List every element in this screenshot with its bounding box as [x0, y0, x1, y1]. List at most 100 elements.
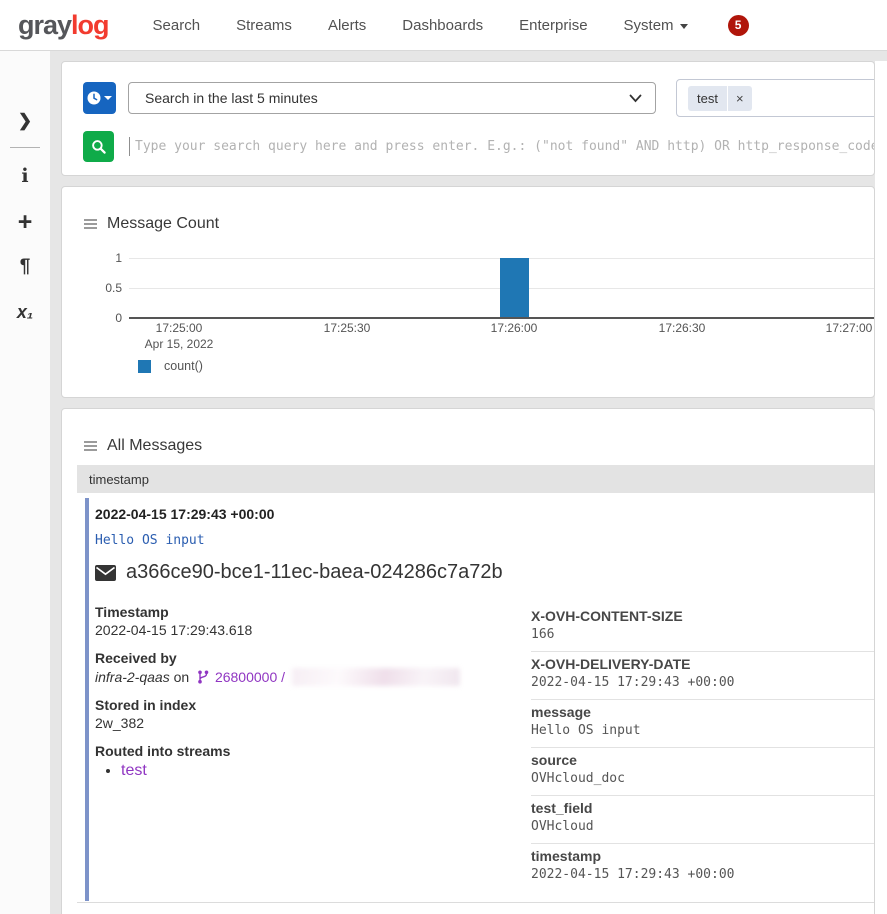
- received-by-label: Received by: [95, 650, 515, 666]
- field-name[interactable]: test_field: [531, 800, 875, 817]
- legend-label: count(): [164, 359, 203, 373]
- all-messages-widget: All Messages timestamp 2022-04-15 17:29:…: [61, 408, 875, 914]
- widget-title: All Messages: [107, 437, 202, 455]
- sidebar-expand-button[interactable]: ❯: [0, 108, 50, 134]
- routed-into-streams-label: Routed into streams: [95, 743, 515, 759]
- sidebar-description-button[interactable]: i: [0, 163, 50, 189]
- stream-list: test: [121, 763, 515, 779]
- nav-item-system-menu[interactable]: System: [606, 9, 706, 42]
- x-tick: 17:26:30: [642, 321, 722, 335]
- code-branch-icon: [197, 670, 209, 684]
- message-fields-column: X-OVH-CONTENT-SIZE 166 X-OVH-DELIVERY-DA…: [531, 604, 875, 891]
- notification-count-badge[interactable]: 5: [728, 15, 749, 36]
- count-bar[interactable]: [500, 258, 529, 317]
- sidebar-highlighting-button[interactable]: ¶: [0, 254, 50, 280]
- search-submit-button[interactable]: [83, 131, 114, 162]
- y-tick-05: 0.5: [62, 281, 122, 295]
- field-row: message Hello OS input: [531, 700, 875, 748]
- logo-text-gray: gray: [18, 10, 71, 40]
- field-name[interactable]: message: [531, 704, 875, 721]
- message-timestamp: 2022-04-15 17:29:43 +00:00: [95, 506, 875, 522]
- field-value: 2022-04-15 17:29:43 +00:00: [531, 675, 875, 691]
- logo-text-log: log: [71, 10, 109, 40]
- search-query-input[interactable]: [135, 139, 874, 154]
- y-tick-1: 1: [62, 251, 122, 265]
- drag-handle-icon[interactable]: [84, 441, 97, 451]
- clock-icon: [87, 91, 101, 105]
- chevron-down-icon: [629, 94, 642, 103]
- x-tick: 17:26:00: [474, 321, 554, 335]
- field-name[interactable]: timestamp: [531, 848, 875, 865]
- remove-stream-button[interactable]: ×: [727, 86, 752, 111]
- sidebar-fields-button[interactable]: x₁: [0, 299, 50, 325]
- timerange-select-value: Search in the last 5 minutes: [145, 90, 318, 106]
- stored-in-index-value: 2w_382: [95, 715, 515, 732]
- top-navbar: graylog Search Streams Alerts Dashboards…: [0, 0, 887, 51]
- legend-item-count[interactable]: count(): [138, 359, 203, 373]
- received-by-value: infra-2-qaas on 26800000 /: [95, 668, 515, 686]
- field-name[interactable]: X-OVH-CONTENT-SIZE: [531, 608, 875, 625]
- search-sidebar: ❯ i + ¶ x₁: [0, 51, 50, 914]
- field-row: source OVHcloud_doc: [531, 748, 875, 796]
- search-icon: [91, 139, 107, 155]
- field-row: timestamp 2022-04-15 17:29:43 +00:00: [531, 844, 875, 891]
- nav-item-streams[interactable]: Streams: [218, 9, 310, 42]
- stored-in-index-label: Stored in index: [95, 697, 515, 713]
- field-name[interactable]: source: [531, 752, 875, 769]
- stream-filter-tag: test ×: [688, 86, 752, 111]
- field-value: Hello OS input: [531, 723, 875, 739]
- message-metadata-column: Timestamp 2022-04-15 17:29:43.618 Receiv…: [95, 604, 515, 779]
- list-item: test: [121, 763, 515, 779]
- row-divider: [77, 902, 875, 903]
- info-icon: i: [21, 165, 28, 187]
- message-id: a366ce90-bce1-11ec-baea-024286c7a72b: [126, 561, 503, 584]
- nav-item-enterprise[interactable]: Enterprise: [501, 9, 605, 42]
- graylog-logo[interactable]: graylog: [18, 10, 109, 41]
- pilcrow-icon: ¶: [20, 256, 31, 278]
- node-name: infra-2-qaas: [95, 669, 170, 685]
- nav-item-search[interactable]: Search: [135, 9, 219, 42]
- widget-title: Message Count: [107, 215, 219, 233]
- nav-item-alerts[interactable]: Alerts: [310, 9, 384, 42]
- field-row: X-OVH-CONTENT-SIZE 166: [531, 604, 875, 652]
- message-row[interactable]: 2022-04-15 17:29:43 +00:00 Hello OS inpu…: [85, 498, 875, 901]
- timestamp-label: Timestamp: [95, 604, 515, 620]
- scrollbar-gutter: [875, 61, 887, 914]
- stream-link-test[interactable]: test: [121, 762, 147, 779]
- input-link[interactable]: 26800000 /: [215, 669, 285, 685]
- field-row: X-OVH-DELIVERY-DATE 2022-04-15 17:29:43 …: [531, 652, 875, 700]
- x-axis: [129, 317, 874, 319]
- message-count-widget: Message Count 1 0.5 0 17:25:00 17:25:30 …: [61, 186, 875, 398]
- timestamp-column-header[interactable]: timestamp: [77, 465, 875, 493]
- search-controls-panel: Search in the last 5 minutes test ×: [61, 61, 875, 176]
- field-value: OVHcloud: [531, 819, 875, 835]
- stream-filter-box[interactable]: test ×: [676, 79, 875, 117]
- redacted-input-name: [292, 668, 460, 686]
- envelope-icon: [95, 565, 116, 581]
- x-tick: 17:25:00: [139, 321, 219, 335]
- chevron-right-icon: ❯: [18, 111, 32, 131]
- field-value: 166: [531, 627, 875, 643]
- x-tick: 17:27:00: [809, 321, 875, 335]
- stream-tag-label: test: [688, 86, 727, 111]
- timestamp-value: 2022-04-15 17:29:43.618: [95, 622, 515, 639]
- drag-handle-icon[interactable]: [84, 219, 97, 229]
- timerange-options-button[interactable]: [83, 82, 116, 114]
- sidebar-divider: [10, 147, 40, 148]
- text-cursor: [129, 137, 130, 156]
- main-nav: Search Streams Alerts Dashboards Enterpr…: [135, 9, 706, 42]
- plus-icon: +: [18, 208, 33, 237]
- field-name[interactable]: X-OVH-DELIVERY-DATE: [531, 656, 875, 673]
- caret-down-icon: [104, 96, 112, 100]
- x-axis-date-label: Apr 15, 2022: [139, 337, 219, 351]
- message-summary-link[interactable]: Hello OS input: [95, 533, 875, 548]
- legend-swatch: [138, 360, 151, 373]
- x-subscript-icon: x₁: [17, 302, 33, 323]
- timerange-select[interactable]: Search in the last 5 minutes: [128, 82, 656, 114]
- x-tick: 17:25:30: [307, 321, 387, 335]
- field-value: OVHcloud_doc: [531, 771, 875, 787]
- chevron-down-icon: [680, 24, 688, 29]
- nav-item-dashboards[interactable]: Dashboards: [384, 9, 501, 42]
- field-value: 2022-04-15 17:29:43 +00:00: [531, 867, 875, 883]
- sidebar-create-button[interactable]: +: [0, 209, 50, 235]
